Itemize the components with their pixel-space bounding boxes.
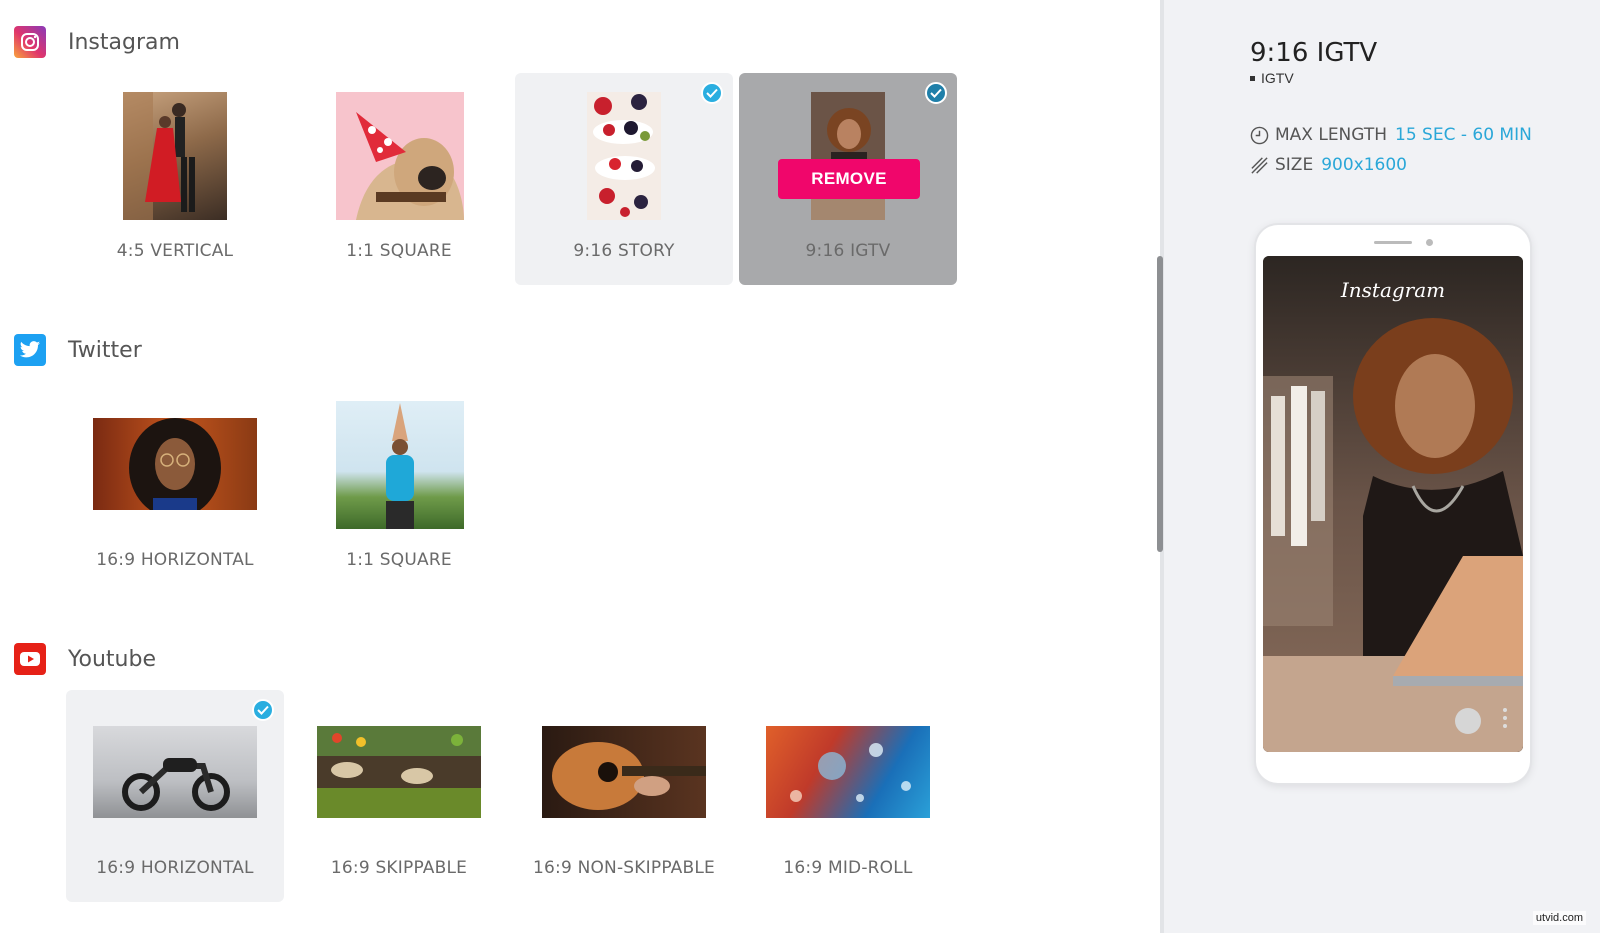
thumbnail-image <box>336 92 464 220</box>
format-card-instagram-vertical[interactable]: 4:5 VERTICAL <box>66 73 284 285</box>
selected-check-icon <box>252 699 274 721</box>
clock-icon <box>1250 126 1269 144</box>
format-card-youtube-non-skippable[interactable]: 16:9 NON-SKIPPABLE <box>515 690 733 902</box>
preview-title: 9:16 IGTV <box>1250 38 1378 68</box>
size-label: SIZE <box>1275 155 1314 175</box>
format-list-pane: Instagram 4:5 VERTICAL 1:1 SQUARE 9:16 S… <box>0 0 1160 933</box>
youtube-icon <box>14 643 46 675</box>
resize-icon <box>1251 156 1268 174</box>
more-options-icon <box>1503 708 1507 728</box>
max-length-label: MAX LENGTH <box>1275 125 1388 145</box>
section-title: Twitter <box>68 337 142 363</box>
bullet-icon <box>1250 75 1255 81</box>
phone-mockup: Instagram <box>1256 225 1530 783</box>
format-card-instagram-square[interactable]: 1:1 SQUARE <box>290 73 508 285</box>
size-value: 900x1600 <box>1321 155 1407 175</box>
card-label: 16:9 HORIZONTAL <box>96 550 254 570</box>
preview-pane: 9:16 IGTV IGTV MAX LENGTH 15 SEC - 60 MI… <box>1164 0 1600 933</box>
record-button-icon <box>1455 708 1481 734</box>
thumbnail-image <box>336 401 464 529</box>
format-card-youtube-mid-roll[interactable]: 16:9 MID-ROLL <box>739 690 957 902</box>
thumbnail-image <box>93 418 257 510</box>
thumbnail-image <box>93 726 257 818</box>
thumbnail-image <box>123 92 227 220</box>
card-label: 1:1 SQUARE <box>346 241 452 261</box>
watermark: utvid.com <box>1532 911 1586 925</box>
card-label: 9:16 STORY <box>573 241 675 261</box>
selected-check-icon <box>925 82 947 104</box>
phone-camera <box>1426 239 1433 246</box>
instagram-section-header: Instagram <box>14 26 180 58</box>
thumbnail-image <box>766 726 930 818</box>
phone-screen-preview: Instagram <box>1263 256 1523 752</box>
card-label: 1:1 SQUARE <box>346 550 452 570</box>
instagram-icon <box>14 26 46 58</box>
phone-speaker <box>1374 241 1412 244</box>
preview-subtitle-text: IGTV <box>1261 70 1294 86</box>
thumbnail-image <box>542 726 706 818</box>
remove-button[interactable]: REMOVE <box>778 159 920 199</box>
max-length-value: 15 SEC - 60 MIN <box>1395 125 1532 145</box>
format-card-twitter-horizontal[interactable]: 16:9 HORIZONTAL <box>66 382 284 594</box>
preview-subtitle: IGTV <box>1250 70 1294 86</box>
youtube-section-header: Youtube <box>14 643 156 675</box>
thumbnail-image <box>317 726 481 818</box>
twitter-section-header: Twitter <box>14 334 142 366</box>
selected-check-icon <box>701 82 723 104</box>
card-label: 16:9 NON-SKIPPABLE <box>532 858 715 878</box>
max-length-row: MAX LENGTH 15 SEC - 60 MIN <box>1250 125 1532 145</box>
thumbnail-image <box>811 92 885 220</box>
card-label: 16:9 MID-ROLL <box>783 858 913 878</box>
card-label: 4:5 VERTICAL <box>116 241 234 261</box>
format-card-youtube-skippable[interactable]: 16:9 SKIPPABLE <box>290 690 508 902</box>
format-card-instagram-story[interactable]: 9:16 STORY <box>515 73 733 285</box>
card-label: 9:16 IGTV <box>805 241 891 261</box>
twitter-icon <box>14 334 46 366</box>
instagram-logo-text: Instagram <box>1340 278 1446 302</box>
thumbnail-image <box>587 92 661 220</box>
format-card-instagram-igtv[interactable]: REMOVE 9:16 IGTV <box>739 73 957 285</box>
scrollbar-thumb[interactable] <box>1157 256 1163 552</box>
size-row: SIZE 900x1600 <box>1250 155 1407 175</box>
format-card-youtube-horizontal[interactable]: 16:9 HORIZONTAL <box>66 690 284 902</box>
section-title: Youtube <box>68 646 156 672</box>
card-label: 16:9 HORIZONTAL <box>96 858 254 878</box>
section-title: Instagram <box>68 29 180 55</box>
card-label: 16:9 SKIPPABLE <box>330 858 468 878</box>
preview-image <box>1263 256 1523 752</box>
format-card-twitter-square[interactable]: 1:1 SQUARE <box>290 382 508 594</box>
